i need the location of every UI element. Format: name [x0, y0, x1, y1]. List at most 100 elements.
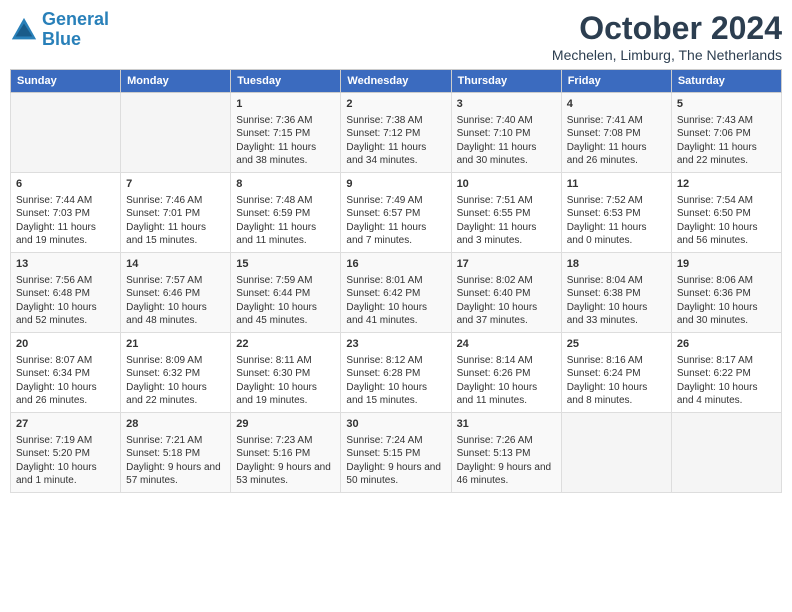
calendar-cell: 2 Sunrise: 7:38 AMSunset: 7:12 PMDaylight… — [341, 93, 451, 173]
day-number: 22 — [236, 337, 335, 352]
calendar-cell: 23 Sunrise: 8:12 AMSunset: 6:28 PMDayligh… — [341, 333, 451, 413]
page-header: General Blue October 2024 Mechelen, Limb… — [10, 10, 782, 63]
logo-text: General Blue — [42, 10, 109, 50]
day-number: 13 — [16, 257, 115, 272]
calendar-cell: 11Sunrise: 7:52 AMSunset: 6:53 PMDayligh… — [561, 173, 671, 253]
weekday-header-tuesday: Tuesday — [231, 70, 341, 93]
day-info: Sunrise: 7:44 AMSunset: 7:03 PMDaylight:… — [16, 194, 115, 248]
calendar-cell: 5 Sunrise: 7:43 AMSunset: 7:06 PMDaylight… — [671, 93, 781, 173]
calendar-cell: 19 Sunrise: 8:06 AMSunset: 6:36 PMDayligh… — [671, 253, 781, 333]
day-info: Sunrise: 7:24 AMSunset: 5:15 PMDaylight:… — [346, 434, 445, 488]
day-info: Sunrise: 7:46 AMSunset: 7:01 PMDaylight:… — [126, 194, 225, 248]
day-info: Sunrise: 8:06 AMSunset: 6:36 PMDaylight:… — [677, 274, 776, 328]
day-number: 10 — [457, 177, 556, 192]
calendar-cell: 20 Sunrise: 8:07 AMSunset: 6:34 PMDayligh… — [11, 333, 121, 413]
weekday-header-thursday: Thursday — [451, 70, 561, 93]
calendar-cell: 18 Sunrise: 8:04 AMSunset: 6:38 PMDayligh… — [561, 253, 671, 333]
day-info: Sunrise: 7:23 AMSunset: 5:16 PMDaylight:… — [236, 434, 335, 488]
day-number: 14 — [126, 257, 225, 272]
calendar-cell: 15 Sunrise: 7:59 AMSunset: 6:44 PMDayligh… — [231, 253, 341, 333]
logo-line1: General — [42, 9, 109, 29]
calendar-cell: 25Sunrise: 8:16 AMSunset: 6:24 PMDayligh… — [561, 333, 671, 413]
weekday-header-row: SundayMondayTuesdayWednesdayThursdayFrid… — [11, 70, 782, 93]
calendar-cell: 1 Sunrise: 7:36 AMSunset: 7:15 PMDaylight… — [231, 93, 341, 173]
day-info: Sunrise: 8:04 AMSunset: 6:38 PMDaylight:… — [567, 274, 666, 328]
day-info: Sunrise: 7:43 AMSunset: 7:06 PMDaylight:… — [677, 114, 776, 168]
week-row-1: 1 Sunrise: 7:36 AMSunset: 7:15 PMDaylight… — [11, 93, 782, 173]
day-number: 26 — [677, 337, 776, 352]
location: Mechelen, Limburg, The Netherlands — [552, 47, 782, 63]
day-number: 3 — [457, 97, 556, 112]
calendar-cell — [561, 413, 671, 493]
day-number: 5 — [677, 97, 776, 112]
logo-icon — [10, 16, 38, 44]
day-number: 21 — [126, 337, 225, 352]
day-info: Sunrise: 7:19 AMSunset: 5:20 PMDaylight:… — [16, 434, 115, 488]
day-number: 29 — [236, 417, 335, 432]
logo-line2: Blue — [42, 29, 81, 49]
week-row-4: 20 Sunrise: 8:07 AMSunset: 6:34 PMDayligh… — [11, 333, 782, 413]
day-number: 9 — [346, 177, 445, 192]
calendar-cell — [121, 93, 231, 173]
title-block: October 2024 Mechelen, Limburg, The Neth… — [552, 10, 782, 63]
day-info: Sunrise: 7:36 AMSunset: 7:15 PMDaylight:… — [236, 114, 335, 168]
day-info: Sunrise: 8:17 AMSunset: 6:22 PMDaylight:… — [677, 354, 776, 408]
calendar-cell: 16 Sunrise: 8:01 AMSunset: 6:42 PMDayligh… — [341, 253, 451, 333]
day-number: 2 — [346, 97, 445, 112]
day-number: 15 — [236, 257, 335, 272]
day-number: 25 — [567, 337, 666, 352]
day-info: Sunrise: 8:07 AMSunset: 6:34 PMDaylight:… — [16, 354, 115, 408]
day-info: Sunrise: 7:49 AMSunset: 6:57 PMDaylight:… — [346, 194, 445, 248]
calendar-cell: 9 Sunrise: 7:49 AMSunset: 6:57 PMDaylight… — [341, 173, 451, 253]
day-info: Sunrise: 8:01 AMSunset: 6:42 PMDaylight:… — [346, 274, 445, 328]
calendar-cell: 17 Sunrise: 8:02 AMSunset: 6:40 PMDayligh… — [451, 253, 561, 333]
day-number: 18 — [567, 257, 666, 272]
calendar-cell: 24 Sunrise: 8:14 AMSunset: 6:26 PMDayligh… — [451, 333, 561, 413]
day-number: 7 — [126, 177, 225, 192]
calendar-cell: 7 Sunrise: 7:46 AMSunset: 7:01 PMDaylight… — [121, 173, 231, 253]
day-info: Sunrise: 8:02 AMSunset: 6:40 PMDaylight:… — [457, 274, 556, 328]
calendar-body: 1 Sunrise: 7:36 AMSunset: 7:15 PMDaylight… — [11, 93, 782, 493]
calendar-cell: 6 Sunrise: 7:44 AMSunset: 7:03 PMDaylight… — [11, 173, 121, 253]
calendar-cell: 10 Sunrise: 7:51 AMSunset: 6:55 PMDayligh… — [451, 173, 561, 253]
calendar-cell: 29 Sunrise: 7:23 AMSunset: 5:16 PMDayligh… — [231, 413, 341, 493]
day-number: 20 — [16, 337, 115, 352]
calendar-cell: 26 Sunrise: 8:17 AMSunset: 6:22 PMDayligh… — [671, 333, 781, 413]
weekday-header-sunday: Sunday — [11, 70, 121, 93]
day-number: 1 — [236, 97, 335, 112]
day-number: 17 — [457, 257, 556, 272]
day-info: Sunrise: 7:40 AMSunset: 7:10 PMDaylight:… — [457, 114, 556, 168]
weekday-header-monday: Monday — [121, 70, 231, 93]
weekday-header-friday: Friday — [561, 70, 671, 93]
calendar-cell: 3 Sunrise: 7:40 AMSunset: 7:10 PMDaylight… — [451, 93, 561, 173]
calendar-cell: 30Sunrise: 7:24 AMSunset: 5:15 PMDayligh… — [341, 413, 451, 493]
day-number: 19 — [677, 257, 776, 272]
day-info: Sunrise: 7:21 AMSunset: 5:18 PMDaylight:… — [126, 434, 225, 488]
day-number: 23 — [346, 337, 445, 352]
week-row-2: 6 Sunrise: 7:44 AMSunset: 7:03 PMDaylight… — [11, 173, 782, 253]
day-info: Sunrise: 7:41 AMSunset: 7:08 PMDaylight:… — [567, 114, 666, 168]
calendar-cell — [11, 93, 121, 173]
day-info: Sunrise: 7:59 AMSunset: 6:44 PMDaylight:… — [236, 274, 335, 328]
calendar-cell: 14Sunrise: 7:57 AMSunset: 6:46 PMDayligh… — [121, 253, 231, 333]
day-info: Sunrise: 7:48 AMSunset: 6:59 PMDaylight:… — [236, 194, 335, 248]
day-info: Sunrise: 8:12 AMSunset: 6:28 PMDaylight:… — [346, 354, 445, 408]
day-info: Sunrise: 7:56 AMSunset: 6:48 PMDaylight:… — [16, 274, 115, 328]
day-info: Sunrise: 7:51 AMSunset: 6:55 PMDaylight:… — [457, 194, 556, 248]
day-number: 27 — [16, 417, 115, 432]
month-title: October 2024 — [552, 10, 782, 47]
weekday-header-wednesday: Wednesday — [341, 70, 451, 93]
calendar-cell: 27 Sunrise: 7:19 AMSunset: 5:20 PMDayligh… — [11, 413, 121, 493]
day-number: 16 — [346, 257, 445, 272]
day-number: 31 — [457, 417, 556, 432]
calendar-cell — [671, 413, 781, 493]
day-number: 12 — [677, 177, 776, 192]
day-info: Sunrise: 8:11 AMSunset: 6:30 PMDaylight:… — [236, 354, 335, 408]
day-info: Sunrise: 7:54 AMSunset: 6:50 PMDaylight:… — [677, 194, 776, 248]
calendar-cell: 8Sunrise: 7:48 AMSunset: 6:59 PMDaylight… — [231, 173, 341, 253]
calendar-cell: 4Sunrise: 7:41 AMSunset: 7:08 PMDaylight… — [561, 93, 671, 173]
day-number: 6 — [16, 177, 115, 192]
day-number: 24 — [457, 337, 556, 352]
day-info: Sunrise: 8:14 AMSunset: 6:26 PMDaylight:… — [457, 354, 556, 408]
day-info: Sunrise: 7:38 AMSunset: 7:12 PMDaylight:… — [346, 114, 445, 168]
